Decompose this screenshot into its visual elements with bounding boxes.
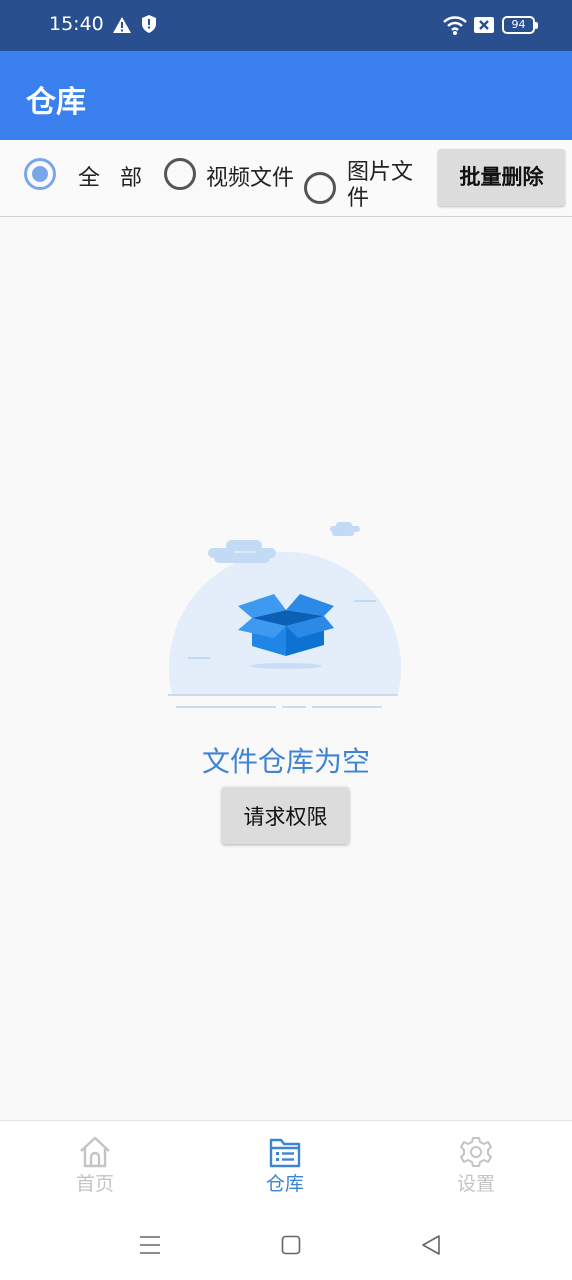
radio-image-files-label[interactable]: 图片文件 xyxy=(347,160,421,207)
menu-icon[interactable] xyxy=(139,1234,161,1256)
sim-icon xyxy=(474,17,494,33)
system-home-icon[interactable] xyxy=(281,1235,301,1255)
radio-all-label[interactable]: 全部 xyxy=(78,160,162,192)
radio-image-files[interactable] xyxy=(304,172,336,204)
nav-item-home[interactable]: 首页 xyxy=(0,1121,190,1203)
storage-icon xyxy=(269,1138,301,1168)
status-bar: 15:40 94 xyxy=(0,0,572,51)
radio-video-files-label[interactable]: 视频文件 xyxy=(206,160,294,192)
empty-message: 文件仓库为空 xyxy=(201,745,370,778)
filter-row: 全部 视频文件 图片文件 批量删除 xyxy=(0,140,572,217)
back-icon[interactable] xyxy=(420,1234,442,1256)
status-time: 15:40 xyxy=(49,13,104,35)
request-permission-button[interactable]: 请求权限 xyxy=(222,787,349,844)
app-bar: 仓库 xyxy=(0,51,572,140)
empty-box-icon xyxy=(168,522,401,708)
bottom-nav: 首页 仓库 设置 xyxy=(0,1120,572,1202)
system-nav-bar xyxy=(0,1202,572,1280)
nav-item-settings[interactable]: 设置 xyxy=(381,1121,571,1203)
warning-icon xyxy=(113,17,131,33)
nav-label-storage: 仓库 xyxy=(265,1173,304,1195)
radio-all[interactable] xyxy=(24,158,56,190)
nav-label-settings: 设置 xyxy=(456,1173,495,1195)
radio-video-files[interactable] xyxy=(164,158,196,190)
nav-item-storage[interactable]: 仓库 xyxy=(190,1121,380,1203)
home-icon xyxy=(80,1136,110,1168)
battery-icon: 94 xyxy=(502,16,538,34)
battery-level: 94 xyxy=(511,18,526,31)
wifi-icon xyxy=(443,16,467,35)
page-title: 仓库 xyxy=(26,85,86,120)
batch-delete-button[interactable]: 批量删除 xyxy=(438,149,565,206)
nav-label-home: 首页 xyxy=(75,1173,114,1195)
gear-icon xyxy=(460,1137,492,1167)
shield-icon xyxy=(142,15,156,33)
